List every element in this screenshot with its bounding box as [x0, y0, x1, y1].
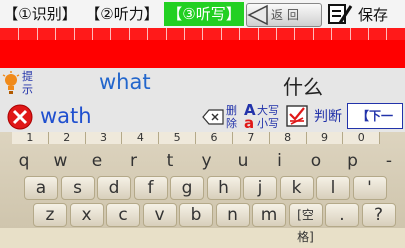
number-key[interactable]: 8 [269, 132, 307, 144]
key[interactable]: m [252, 203, 286, 227]
case-upper-label: 大写 [257, 104, 279, 117]
tab-recognize[interactable]: 【①识别】 [0, 2, 80, 26]
progress-tick [147, 28, 149, 40]
progress-tick [36, 28, 38, 40]
judge-button[interactable]: 判断 [314, 106, 342, 126]
progress-segments [0, 28, 405, 40]
key[interactable]: ' [352, 176, 387, 200]
key[interactable]: e [81, 150, 113, 172]
delete-label: 删除 [226, 104, 237, 130]
key[interactable]: o [300, 150, 332, 172]
case-lower-label: 小写 [257, 117, 279, 130]
number-key[interactable]: 1 [12, 132, 49, 144]
progress-tick [349, 28, 351, 40]
top-toolbar: 【①识别】 【②听力】 【③听写】 返回 保存 [0, 0, 405, 29]
key[interactable]: r [118, 150, 150, 172]
key[interactable]: t [154, 150, 186, 172]
number-key[interactable]: 3 [85, 132, 123, 144]
target-word: what [99, 70, 151, 94]
save-button[interactable]: 保存 [326, 2, 404, 26]
progress-tick [92, 28, 93, 40]
next-button[interactable]: 【下一个】 [347, 103, 403, 147]
number-key[interactable]: 6 [196, 132, 233, 144]
key[interactable]: [空格] [288, 203, 323, 244]
progress-tick [312, 28, 314, 40]
progress-tick [184, 28, 185, 40]
word-meaning: 什么 [283, 75, 323, 99]
number-key[interactable]: 9 [306, 132, 344, 144]
progress-tick [165, 28, 167, 40]
progress-bar [0, 40, 405, 68]
number-key[interactable]: 4 [122, 132, 160, 144]
number-key[interactable]: 0 [343, 132, 381, 144]
key[interactable]: l [316, 176, 350, 200]
answer-input[interactable]: wath [40, 104, 92, 128]
number-key[interactable]: 5 [159, 132, 197, 144]
key[interactable]: y [191, 150, 223, 172]
key[interactable]: h [206, 176, 241, 200]
key[interactable]: c [106, 203, 140, 227]
key[interactable]: d [97, 176, 131, 200]
progress-tick [257, 28, 259, 40]
key[interactable]: b [179, 203, 213, 227]
progress-tick [128, 28, 130, 40]
key[interactable]: w [45, 150, 77, 172]
progress-tick [276, 28, 277, 40]
key[interactable]: - [373, 150, 405, 172]
progress-tick [294, 28, 296, 40]
bulb-icon[interactable] [2, 71, 20, 97]
lowercase-a-icon: a [244, 114, 255, 132]
backspace-icon [202, 109, 224, 125]
tab-listening[interactable]: 【②听力】 [82, 2, 162, 26]
progress-tick [110, 28, 112, 40]
case-toggle-button[interactable]: A a 大写 小写 [243, 101, 281, 132]
tab-dictation[interactable]: 【③听写】 [164, 2, 244, 26]
key[interactable]: f [133, 176, 168, 200]
progress-tick [73, 28, 75, 40]
answer-row: wath 删除 A a 大写 小写 判断 【下一个】 [0, 100, 405, 147]
key[interactable]: z [33, 203, 67, 227]
keyboard: 1 2 3 4 5 6 7 8 9 0 q w e r t y u i o p - a s d f g h j k l ' z x c v b n m [空… [0, 132, 405, 244]
progress-tick [18, 28, 20, 40]
word-row: 提示 what 什么 [0, 68, 405, 100]
number-key[interactable]: 2 [48, 132, 86, 144]
progress-tick [239, 28, 241, 40]
key[interactable]: n [215, 203, 250, 227]
progress-tick [368, 28, 369, 40]
key[interactable]: g [170, 176, 204, 200]
key[interactable]: i [264, 150, 296, 172]
key[interactable]: . [325, 203, 359, 227]
back-arrow-icon [247, 4, 268, 26]
back-label: 返回 [271, 8, 304, 22]
progress-area [0, 28, 405, 68]
key[interactable]: k [279, 176, 314, 200]
progress-tick [202, 28, 204, 40]
key[interactable]: ? [361, 203, 396, 227]
key[interactable]: u [227, 150, 259, 172]
key[interactable]: x [69, 203, 104, 227]
key[interactable]: j [243, 176, 277, 200]
progress-tick [220, 28, 222, 40]
key[interactable]: v [142, 203, 177, 227]
back-button[interactable]: 返回 [246, 3, 322, 27]
progress-tick [55, 28, 57, 40]
key[interactable]: s [60, 176, 95, 200]
progress-tick [331, 28, 333, 40]
delete-button[interactable]: 删除 [202, 103, 240, 131]
save-icon [328, 4, 353, 24]
hint-label[interactable]: 提示 [22, 70, 34, 96]
key[interactable]: q [8, 150, 40, 172]
save-label: 保存 [358, 6, 389, 24]
checkbox-check-icon[interactable] [286, 105, 308, 127]
key[interactable]: a [24, 176, 58, 200]
progress-tick [386, 28, 388, 40]
key[interactable]: p [337, 150, 369, 172]
number-key[interactable]: 7 [232, 132, 270, 144]
wrong-icon [7, 104, 33, 130]
